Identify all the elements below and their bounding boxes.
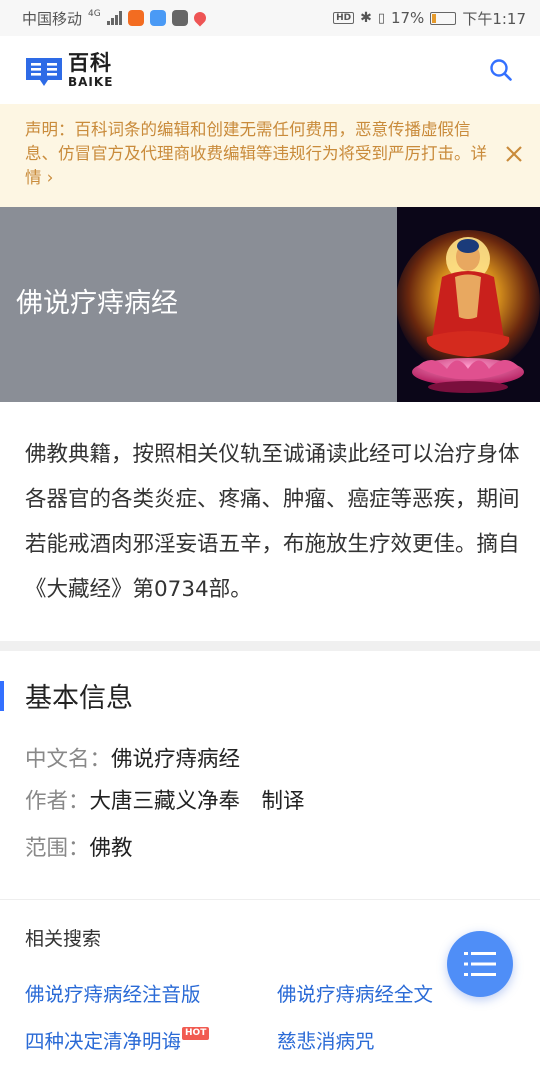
- related-link-label: 四种决定清净明诲: [25, 1030, 182, 1053]
- chevron-right-icon: ›: [46, 168, 54, 187]
- info-key: 范围：: [25, 836, 90, 861]
- related-link[interactable]: 佛说疗痔病经注音版: [25, 978, 201, 1007]
- network-label: 4G: [88, 9, 101, 19]
- basic-info-title: 基本信息: [25, 683, 133, 714]
- menu-icon: [464, 952, 496, 976]
- cat-app-icon: [171, 10, 188, 26]
- clock: 下午1:17: [462, 9, 526, 28]
- divider: [0, 899, 540, 900]
- book-logo-icon: [26, 58, 62, 86]
- buddha-illustration: [397, 207, 540, 402]
- info-key: 作者：: [25, 789, 90, 814]
- signal-icon: [106, 11, 122, 25]
- info-value: 大唐三藏义净奉 制译: [89, 789, 305, 814]
- entry-summary: 佛教典籍，按照相关仪轨至诚诵读此经可以治疗身体各器官的各类炎症、疼痛、肿瘤、癌症…: [25, 442, 520, 602]
- notice-text: 声明：百科词条的编辑和创建无需任何费用，恶意传播虚假信息、仿冒官方及代理商收费编…: [25, 120, 471, 163]
- search-icon: [490, 59, 512, 81]
- carrier-label: 中国移动: [22, 9, 83, 28]
- logo-en: BAIKE: [68, 74, 114, 89]
- baike-logo[interactable]: 百科 BAIKE: [24, 52, 113, 88]
- entry-banner: 佛说疗痔病经: [0, 207, 540, 402]
- info-key: 中文名：: [25, 747, 112, 772]
- related-link[interactable]: 慈悲消病咒: [277, 1025, 375, 1054]
- page-title: 佛说疗痔病经: [16, 288, 178, 319]
- section-accent-bar: [0, 681, 4, 711]
- close-icon[interactable]: [504, 144, 524, 164]
- battery-icon: [430, 11, 457, 25]
- related-search-title: 相关搜索: [25, 928, 102, 950]
- app-icon: [149, 10, 166, 26]
- video-app-icon: [127, 10, 144, 26]
- status-bar: 中国移动 4G HD ✱ ▯ 17% 下午1:17: [0, 0, 540, 36]
- search-button[interactable]: [486, 55, 516, 85]
- info-value: 佛说疗痔病经: [111, 747, 241, 772]
- hot-badge: HOT: [182, 1027, 210, 1040]
- info-row-author: 作者： 大唐三藏义净奉 制译: [25, 784, 305, 815]
- buddha-image[interactable]: [397, 207, 540, 402]
- app-header: 百科 BAIKE: [0, 36, 540, 104]
- menu-fab-button[interactable]: [447, 931, 513, 997]
- related-link[interactable]: 四种决定清净明诲 HOT: [25, 1025, 210, 1054]
- logo-cn: 百科: [68, 50, 112, 75]
- map-pin-icon: [191, 9, 209, 27]
- related-link[interactable]: 佛说疗痔病经全文: [277, 978, 433, 1007]
- info-row-scope: 范围： 佛教: [25, 831, 133, 862]
- section-separator: [0, 641, 540, 651]
- info-row-chinese-name: 中文名： 佛说疗痔病经: [25, 742, 240, 773]
- vibrate-icon: ▯: [377, 10, 385, 26]
- battery-percent: 17%: [390, 9, 425, 27]
- bluetooth-icon: ✱: [360, 10, 372, 26]
- disclaimer-notice: 声明：百科词条的编辑和创建无需任何费用，恶意传播虚假信息、仿冒官方及代理商收费编…: [0, 104, 540, 207]
- hd-badge: HD: [333, 12, 355, 24]
- info-value: 佛教: [89, 836, 133, 861]
